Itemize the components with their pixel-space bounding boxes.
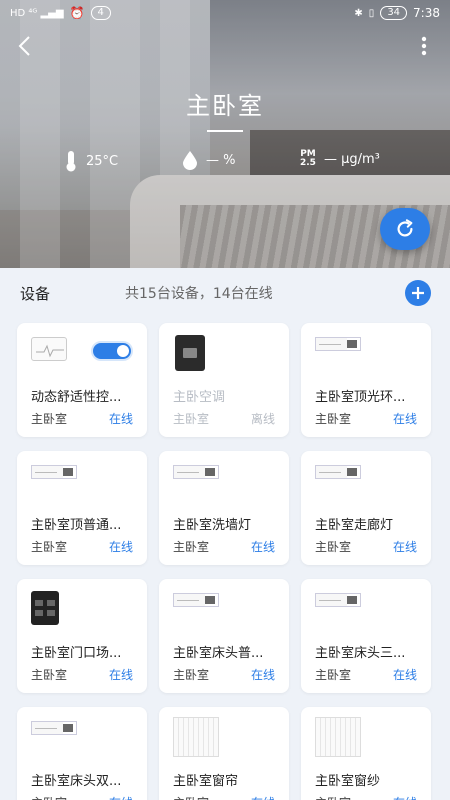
device-status: 在线 [250,540,275,554]
device-card[interactable]: 主卧室床头双... 主卧室 在线 [17,707,147,800]
curtain-icon [315,717,361,757]
notification-count: 4 [90,6,111,20]
back-button[interactable] [14,34,38,58]
device-status: 在线 [393,794,417,800]
device-room: 主卧室 [173,540,210,554]
device-name: 主卧室窗纱 [315,774,381,789]
device-card[interactable]: 主卧室顶普通... 主卧室 在线 [17,451,147,565]
scene-panel-icon [31,591,59,625]
device-room: 主卧室 [173,412,210,426]
thermometer-icon [66,151,76,172]
device-room: 主卧室 [315,668,352,682]
title-underline [207,130,243,132]
device-status: 离线 [250,412,275,426]
device-card[interactable]: 主卧室门口场... 主卧室 在线 [17,579,147,693]
humidity-value: — % [206,152,236,168]
light-panel-icon [315,593,361,607]
device-name: 主卧室门口场... [31,646,122,661]
device-grid: 动态舒适性控... 主卧室 在线 主卧空调 主卧室 离线 主卧室顶光环... 主卧室 在线 主卧室… [17,323,433,800]
air-conditioner-icon [175,335,205,371]
devices-header: 设备 共15台设备，14台在线 [0,268,450,318]
pm25-icon: PM 2.5 [300,149,316,168]
device-status: 在线 [108,540,133,554]
device-status: 在线 [392,668,417,682]
devices-title: 设备 [20,284,51,303]
device-card[interactable]: 动态舒适性控... 主卧室 在线 [17,323,147,437]
device-status: 在线 [392,412,417,426]
device-status: 在线 [392,540,417,554]
light-panel-icon [315,337,361,351]
chevron-left-icon [18,36,30,56]
device-card[interactable]: 主卧室洗墙灯 主卧室 在线 [159,451,289,565]
devices-summary: 共15台设备，14台在线 [125,286,273,302]
device-status: 在线 [108,668,133,682]
device-room: 主卧室 [173,794,209,800]
device-room: 主卧室 [31,540,68,554]
light-panel-icon [31,721,77,735]
status-bar: HD ⁴ᴳ ▂▄▆ ⏰ 4 ✱ ▯ 34 7:38 [0,0,450,26]
device-card[interactable]: 主卧室顶光环... 主卧室 在线 [301,323,431,437]
device-status: 在线 [108,412,133,426]
device-card[interactable]: 主卧空调主卧室 离线 [159,323,289,437]
room-title: 主卧室 [186,92,264,120]
device-name: 主卧室窗帘 [173,774,239,789]
more-menu-button[interactable] [412,34,436,58]
device-card[interactable]: 主卧室窗纱主卧室 在线 [301,707,431,800]
sensor-icon [31,337,67,361]
device-name: 主卧室床头双... [31,774,122,789]
vibrate-icon: ▯ [368,7,375,19]
device-status: 在线 [250,668,275,682]
device-status: 在线 [109,794,133,800]
light-panel-icon [173,465,219,479]
pm25-readout: PM 2.5 — μg/m³ [300,150,380,168]
device-room: 主卧室 [31,794,67,800]
bluetooth-icon: ✱ [354,7,363,19]
humidity-readout: — % [182,150,236,170]
temperature-readout: 25°C [64,150,118,172]
refresh-button[interactable] [380,208,430,250]
device-card[interactable]: 主卧室床头三... 主卧室 在线 [301,579,431,693]
more-vertical-icon [421,36,427,56]
device-name: 主卧室洗墙灯 [173,518,252,533]
clock: 7:38 [413,6,440,20]
device-card[interactable]: 主卧室窗帘主卧室 在线 [159,707,289,800]
device-power-toggle[interactable] [91,341,133,361]
light-panel-icon [315,465,361,479]
refresh-icon [397,219,413,237]
device-room: 主卧室 [315,540,352,554]
device-card[interactable]: 主卧室床头普... 主卧室 在线 [159,579,289,693]
device-name: 主卧室顶普通... [31,518,122,533]
light-panel-icon [173,593,219,607]
alarm-icon: ⏰ [69,6,85,20]
add-device-button[interactable] [405,280,431,306]
temperature-value: 25°C [86,153,119,169]
device-name: 主卧室床头三... [315,646,406,661]
device-name: 主卧室床头普... [173,646,264,661]
battery-level: 34 [380,6,408,20]
signal-icon: HD ⁴ᴳ ▂▄▆ [10,7,64,19]
device-name: 主卧室走廊灯 [315,518,394,533]
device-name: 主卧空调 [173,390,226,405]
device-room: 主卧室 [31,668,68,682]
device-name: 主卧室顶光环... [315,390,406,405]
device-name: 动态舒适性控... [31,390,122,405]
device-card[interactable]: 主卧室走廊灯 主卧室 在线 [301,451,431,565]
curtain-icon [173,717,219,757]
pm25-value: — μg/m³ [323,151,380,167]
plus-icon [412,287,424,299]
device-room: 主卧室 [31,412,68,426]
light-panel-icon [31,465,77,479]
device-room: 主卧室 [315,794,351,800]
device-room: 主卧室 [173,668,210,682]
device-room: 主卧室 [315,412,352,426]
device-status: 在线 [251,794,275,800]
water-drop-icon [183,151,197,170]
